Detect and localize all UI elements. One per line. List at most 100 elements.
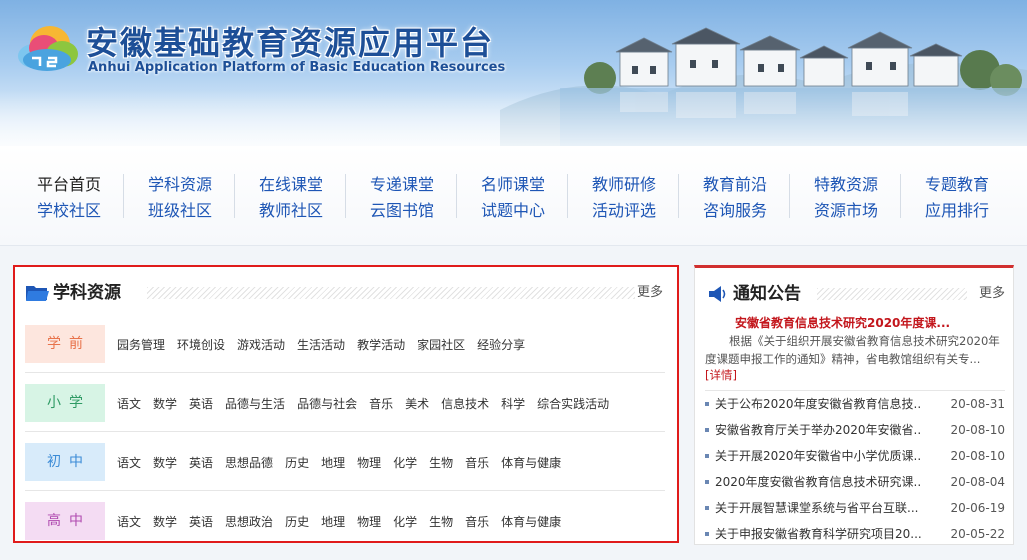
stage-badge[interactable]: 学前 — [25, 325, 105, 363]
nav-link-master-class[interactable]: 名师课堂 — [458, 172, 568, 198]
notice-item[interactable]: 2020年度安徽省教育信息技术研究课... 20-08-04 — [705, 469, 1005, 495]
notice-item[interactable]: 安徽省教育厅关于举办2020年安徽省... 20-08-10 — [705, 417, 1005, 443]
notice-item-date: 20-05-22 — [950, 527, 1005, 541]
nav-link-class-community[interactable]: 班级社区 — [125, 198, 235, 224]
subject-link[interactable]: 品德与生活 — [225, 395, 285, 412]
banner-mist — [0, 90, 1027, 146]
notice-item[interactable]: 关于公布2020年度安徽省教育信息技... 20-08-31 — [705, 391, 1005, 417]
subject-panel-title: 学科资源 — [53, 283, 121, 303]
subject-link[interactable]: 生活活动 — [297, 336, 345, 353]
nav-link-cloud-library[interactable]: 云图书馆 — [347, 198, 457, 224]
notice-panel: 通知公告 更多 安徽省教育信息技术研究2020年度课... 根据《关于组织开展安… — [694, 265, 1014, 545]
subject-link[interactable]: 历史 — [285, 513, 309, 530]
subject-link[interactable]: 教学活动 — [357, 336, 405, 353]
notice-item-date: 20-06-19 — [950, 501, 1005, 515]
subject-link[interactable]: 体育与健康 — [501, 513, 561, 530]
nav-group-6: 教师研修 活动评选 — [569, 172, 679, 220]
subject-link[interactable]: 语文 — [117, 395, 141, 412]
notice-item-title[interactable]: 关于公布2020年度安徽省教育信息技... — [715, 391, 921, 417]
nav-link-teacher-training[interactable]: 教师研修 — [569, 172, 679, 198]
subject-link[interactable]: 体育与健康 — [501, 454, 561, 471]
subject-link[interactable]: 园务管理 — [117, 336, 165, 353]
subject-row: 学前 园务管理 环境创设 游戏活动 生活活动 教学活动 家园社区 经验分享 — [25, 315, 665, 373]
nav-link-resource-market[interactable]: 资源市场 — [791, 198, 901, 224]
bullet-icon — [705, 428, 709, 432]
subject-link[interactable]: 数学 — [153, 513, 177, 530]
notice-item-title[interactable]: 安徽省教育厅关于举办2020年安徽省... — [715, 417, 921, 443]
subject-link[interactable]: 信息技术 — [441, 395, 489, 412]
nav-link-special-education[interactable]: 特教资源 — [791, 172, 901, 198]
folder-icon — [26, 286, 49, 301]
subject-link[interactable]: 地理 — [321, 513, 345, 530]
stage-badge[interactable]: 小学 — [25, 384, 105, 422]
subject-link[interactable]: 科学 — [501, 395, 525, 412]
nav-group-9: 专题教育 应用排行 — [902, 172, 1012, 220]
nav-group-7: 教育前沿 咨询服务 — [680, 172, 790, 220]
speaker-icon — [709, 286, 726, 302]
subject-link[interactable]: 美术 — [405, 395, 429, 412]
nav-link-app-ranking[interactable]: 应用排行 — [902, 198, 1012, 224]
subject-link[interactable]: 生物 — [429, 513, 453, 530]
site-title: 安徽基础教育资源应用平台 — [86, 24, 495, 62]
notice-more-link[interactable]: 更多 — [979, 284, 1005, 304]
notice-item[interactable]: 关于开展2020年安徽省中小学优质课... 20-08-10 — [705, 443, 1005, 469]
featured-notice-detail-link[interactable]: [详情] — [705, 367, 737, 383]
subject-link[interactable]: 环境创设 — [177, 336, 225, 353]
subject-link[interactable]: 化学 — [393, 513, 417, 530]
subject-link[interactable]: 历史 — [285, 454, 309, 471]
subject-link[interactable]: 化学 — [393, 454, 417, 471]
notice-item[interactable]: 关于申报安徽省教育科学研究项目20... 20-05-22 — [705, 521, 1005, 547]
notice-item-date: 20-08-04 — [950, 475, 1005, 489]
subject-link[interactable]: 语文 — [117, 513, 141, 530]
bullet-icon — [705, 532, 709, 536]
subject-link[interactable]: 语文 — [117, 454, 141, 471]
nav-link-online-class[interactable]: 在线课堂 — [236, 172, 346, 198]
notice-panel-header: 通知公告 更多 — [705, 282, 1005, 306]
subject-link[interactable]: 数学 — [153, 454, 177, 471]
stage-badge[interactable]: 初中 — [25, 443, 105, 481]
subject-link[interactable]: 综合实践活动 — [537, 395, 609, 412]
featured-notice-title[interactable]: 安徽省教育信息技术研究2020年度课... — [735, 314, 1005, 331]
nav-link-question-center[interactable]: 试题中心 — [458, 198, 568, 224]
subject-link[interactable]: 音乐 — [465, 513, 489, 530]
cloud-logo-icon — [18, 26, 78, 71]
subject-link[interactable]: 品德与社会 — [297, 395, 357, 412]
subject-link[interactable]: 思想政治 — [225, 513, 273, 530]
subject-link[interactable]: 英语 — [189, 513, 213, 530]
nav-link-delivery-class[interactable]: 专递课堂 — [347, 172, 457, 198]
notice-item-title[interactable]: 2020年度安徽省教育信息技术研究课... — [715, 469, 921, 495]
nav-link-consulting-service[interactable]: 咨询服务 — [680, 198, 790, 224]
nav-link-school-community[interactable]: 学校社区 — [14, 198, 124, 224]
nav-group-8: 特教资源 资源市场 — [791, 172, 901, 220]
notice-item[interactable]: 关于开展智慧课堂系统与省平台互联... 20-06-19 — [705, 495, 1005, 521]
nav-link-home[interactable]: 平台首页 — [14, 172, 124, 198]
subject-more-link[interactable]: 更多 — [637, 283, 663, 303]
subject-link[interactable]: 物理 — [357, 513, 381, 530]
subject-link[interactable]: 物理 — [357, 454, 381, 471]
notice-item-title[interactable]: 关于申报安徽省教育科学研究项目20... — [715, 521, 921, 547]
subject-link[interactable]: 英语 — [189, 395, 213, 412]
subject-link[interactable]: 音乐 — [369, 395, 393, 412]
subject-link[interactable]: 家园社区 — [417, 336, 465, 353]
stage-badge[interactable]: 高中 — [25, 502, 105, 540]
subject-link[interactable]: 思想品德 — [225, 454, 273, 471]
subject-link[interactable]: 数学 — [153, 395, 177, 412]
nav-group-4: 专递课堂 云图书馆 — [347, 172, 457, 220]
subject-link[interactable]: 音乐 — [465, 454, 489, 471]
subject-link[interactable]: 游戏活动 — [237, 336, 285, 353]
bullet-icon — [705, 454, 709, 458]
nav-separator — [900, 174, 901, 218]
subject-link[interactable]: 地理 — [321, 454, 345, 471]
subject-link[interactable]: 生物 — [429, 454, 453, 471]
subject-link[interactable]: 经验分享 — [477, 336, 525, 353]
subject-items: 语文 数学 英语 思想品德 历史 地理 物理 化学 生物 音乐 体育与健康 — [117, 433, 573, 491]
nav-link-teacher-community[interactable]: 教师社区 — [236, 198, 346, 224]
nav-link-activity-selection[interactable]: 活动评选 — [569, 198, 679, 224]
nav-link-education-frontier[interactable]: 教育前沿 — [680, 172, 790, 198]
subject-link[interactable]: 英语 — [189, 454, 213, 471]
nav-link-subject-resources[interactable]: 学科资源 — [125, 172, 235, 198]
notice-item-title[interactable]: 关于开展智慧课堂系统与省平台互联... — [715, 495, 921, 521]
nav-link-topic-education[interactable]: 专题教育 — [902, 172, 1012, 198]
nav-group-2: 学科资源 班级社区 — [125, 172, 235, 220]
notice-item-title[interactable]: 关于开展2020年安徽省中小学优质课... — [715, 443, 921, 469]
